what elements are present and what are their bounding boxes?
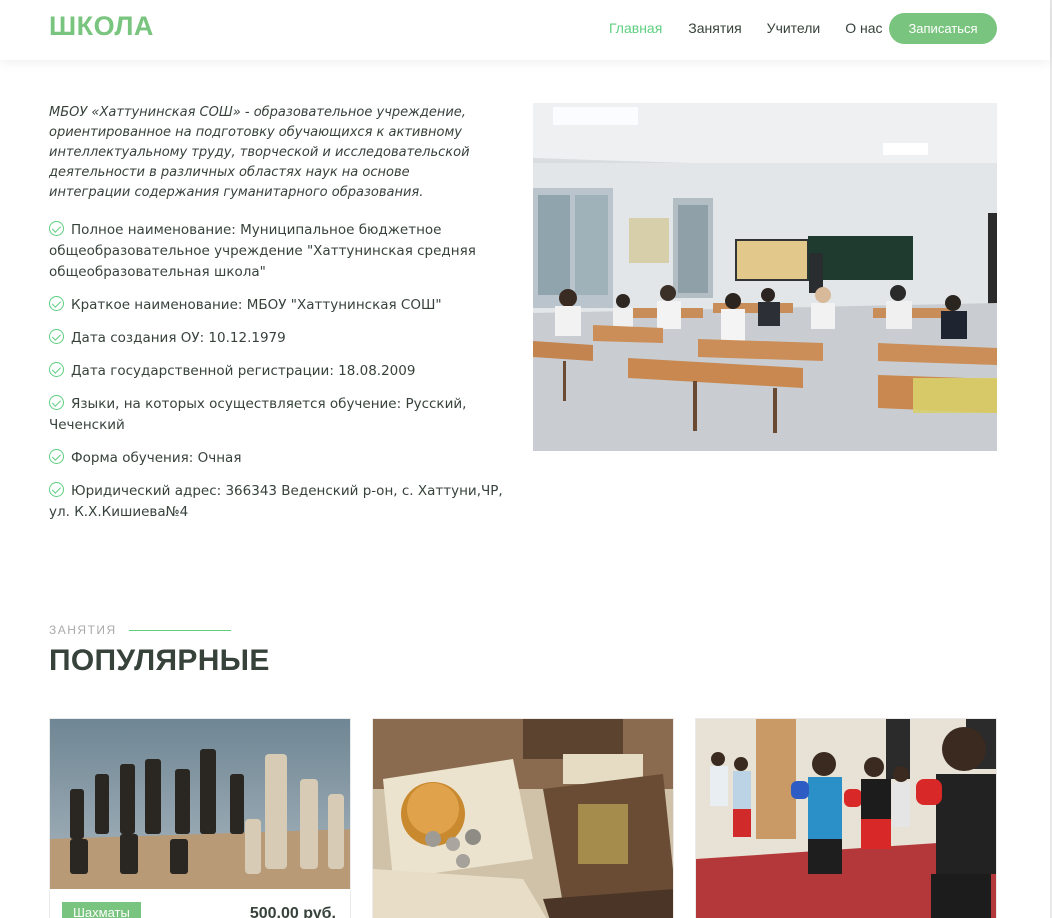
- fact-text: Полное наименование: Муниципальное бюдже…: [49, 222, 476, 280]
- fact-text: Краткое наименование: МБОУ "Хаттунинская…: [71, 297, 442, 313]
- section-subtitle-text: Занятия: [49, 623, 117, 637]
- fact-item: Дата государственной регистрации: 18.08.…: [49, 361, 524, 382]
- nav-link-teachers[interactable]: Учители: [767, 20, 821, 36]
- fact-text: Юридический адрес: 366343 Веденский р-он…: [49, 483, 503, 520]
- course-card-chess[interactable]: Шахматы 500,00 руб.: [49, 718, 351, 918]
- fact-text: Форма обучения: Очная: [71, 450, 242, 466]
- chess-image: [50, 719, 350, 889]
- course-price: 500,00 руб.: [249, 905, 336, 918]
- signup-button[interactable]: Записаться: [889, 13, 997, 44]
- fact-item: Форма обучения: Очная: [49, 448, 524, 469]
- fact-item: Дата создания ОУ: 10.12.1979: [49, 328, 524, 349]
- fact-item: Языки, на которых осуществляется обучени…: [49, 394, 524, 436]
- boxing-image: [696, 719, 996, 918]
- section-divider-line: [128, 629, 231, 631]
- about-intro: МБОУ «Хаттунинская СОШ» - образовательно…: [49, 105, 470, 200]
- nav-link-about[interactable]: О нас: [845, 20, 882, 36]
- check-circle-icon: [49, 449, 64, 464]
- section-subtitle: Занятия: [49, 623, 231, 637]
- history-image: [373, 719, 673, 918]
- classroom-photo: [533, 103, 997, 451]
- nav-link-home[interactable]: Главная: [609, 20, 662, 36]
- check-circle-icon: [49, 395, 64, 410]
- fact-text: Дата создания ОУ: 10.12.1979: [71, 330, 286, 346]
- nav-link-courses[interactable]: Занятия: [688, 20, 741, 36]
- check-circle-icon: [49, 482, 64, 497]
- check-circle-icon: [49, 362, 64, 377]
- check-circle-icon: [49, 296, 64, 311]
- fact-text: Дата государственной регистрации: 18.08.…: [71, 363, 416, 379]
- facts-list: Полное наименование: Муниципальное бюдже…: [49, 220, 524, 535]
- course-card-boxing[interactable]: [695, 718, 997, 918]
- course-tag[interactable]: Шахматы: [62, 902, 141, 918]
- course-card-history[interactable]: [372, 718, 674, 918]
- check-circle-icon: [49, 221, 64, 236]
- check-circle-icon: [49, 329, 64, 344]
- site-logo[interactable]: ШКОЛА: [49, 11, 154, 42]
- fact-item: Юридический адрес: 366343 Веденский р-он…: [49, 481, 524, 523]
- fact-item: Краткое наименование: МБОУ "Хаттунинская…: [49, 295, 524, 316]
- fact-text: Языки, на которых осуществляется обучени…: [49, 396, 467, 433]
- main-nav: Главная Занятия Учители О нас: [609, 20, 909, 36]
- section-title: ПОПУЛЯРНЫЕ: [49, 644, 270, 677]
- fact-item: Полное наименование: Муниципальное бюдже…: [49, 220, 524, 283]
- site-header: ШКОЛА Главная Занятия Учители О нас Запи…: [0, 0, 1050, 60]
